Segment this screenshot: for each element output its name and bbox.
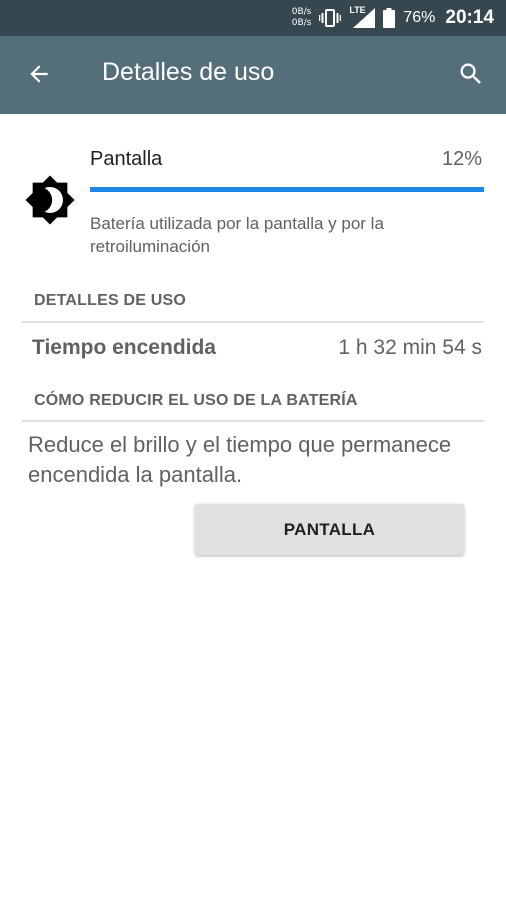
- divider: [22, 420, 484, 422]
- detail-label: Tiempo encendida: [32, 336, 216, 359]
- search-icon: [457, 60, 485, 93]
- network-type-label: LTE: [349, 5, 366, 15]
- net-down-speed: 0B/s: [291, 18, 312, 28]
- display-settings-button[interactable]: PANTALLA: [195, 504, 464, 555]
- usage-progress-fill: [90, 187, 484, 192]
- arrow-back-icon: [26, 61, 52, 92]
- status-bar: 0B/s 0B/s LTE 76% 20:14: [0, 0, 506, 36]
- usage-summary: Pantalla 12% Batería utilizada por la pa…: [0, 114, 506, 282]
- divider: [22, 321, 484, 323]
- signal-icon: LTE: [349, 5, 376, 28]
- detail-row: Tiempo encendida 1 h 32 min 54 s: [0, 326, 506, 374]
- usage-item-name: Pantalla: [90, 148, 163, 170]
- usage-progress-bar: [90, 187, 484, 192]
- usage-description: Batería utilizada por la pantalla y por …: [90, 214, 384, 256]
- net-up-speed: 0B/s: [291, 7, 312, 17]
- usage-percent: 12%: [441, 148, 482, 170]
- clock: 20:14: [445, 7, 494, 28]
- details-section-header: DETALLES DE USO: [34, 292, 187, 309]
- battery-percent: 76%: [403, 9, 436, 26]
- battery-icon: [383, 8, 396, 28]
- tips-section-header: CÓMO REDUCIR EL USO DE LA BATERÍA: [34, 392, 358, 409]
- brightness-icon: [24, 174, 76, 226]
- tip-text: Reduce el brillo y el tiempo que permane…: [28, 432, 452, 487]
- app-bar: Detalles de uso: [0, 36, 506, 114]
- detail-value: 1 h 32 min 54 s: [338, 336, 482, 359]
- vibrate-icon: [319, 9, 342, 27]
- search-button[interactable]: [454, 59, 488, 93]
- page-title: Detalles de uso: [102, 58, 275, 86]
- network-speed: 0B/s 0B/s: [292, 7, 312, 29]
- back-button[interactable]: [22, 59, 56, 93]
